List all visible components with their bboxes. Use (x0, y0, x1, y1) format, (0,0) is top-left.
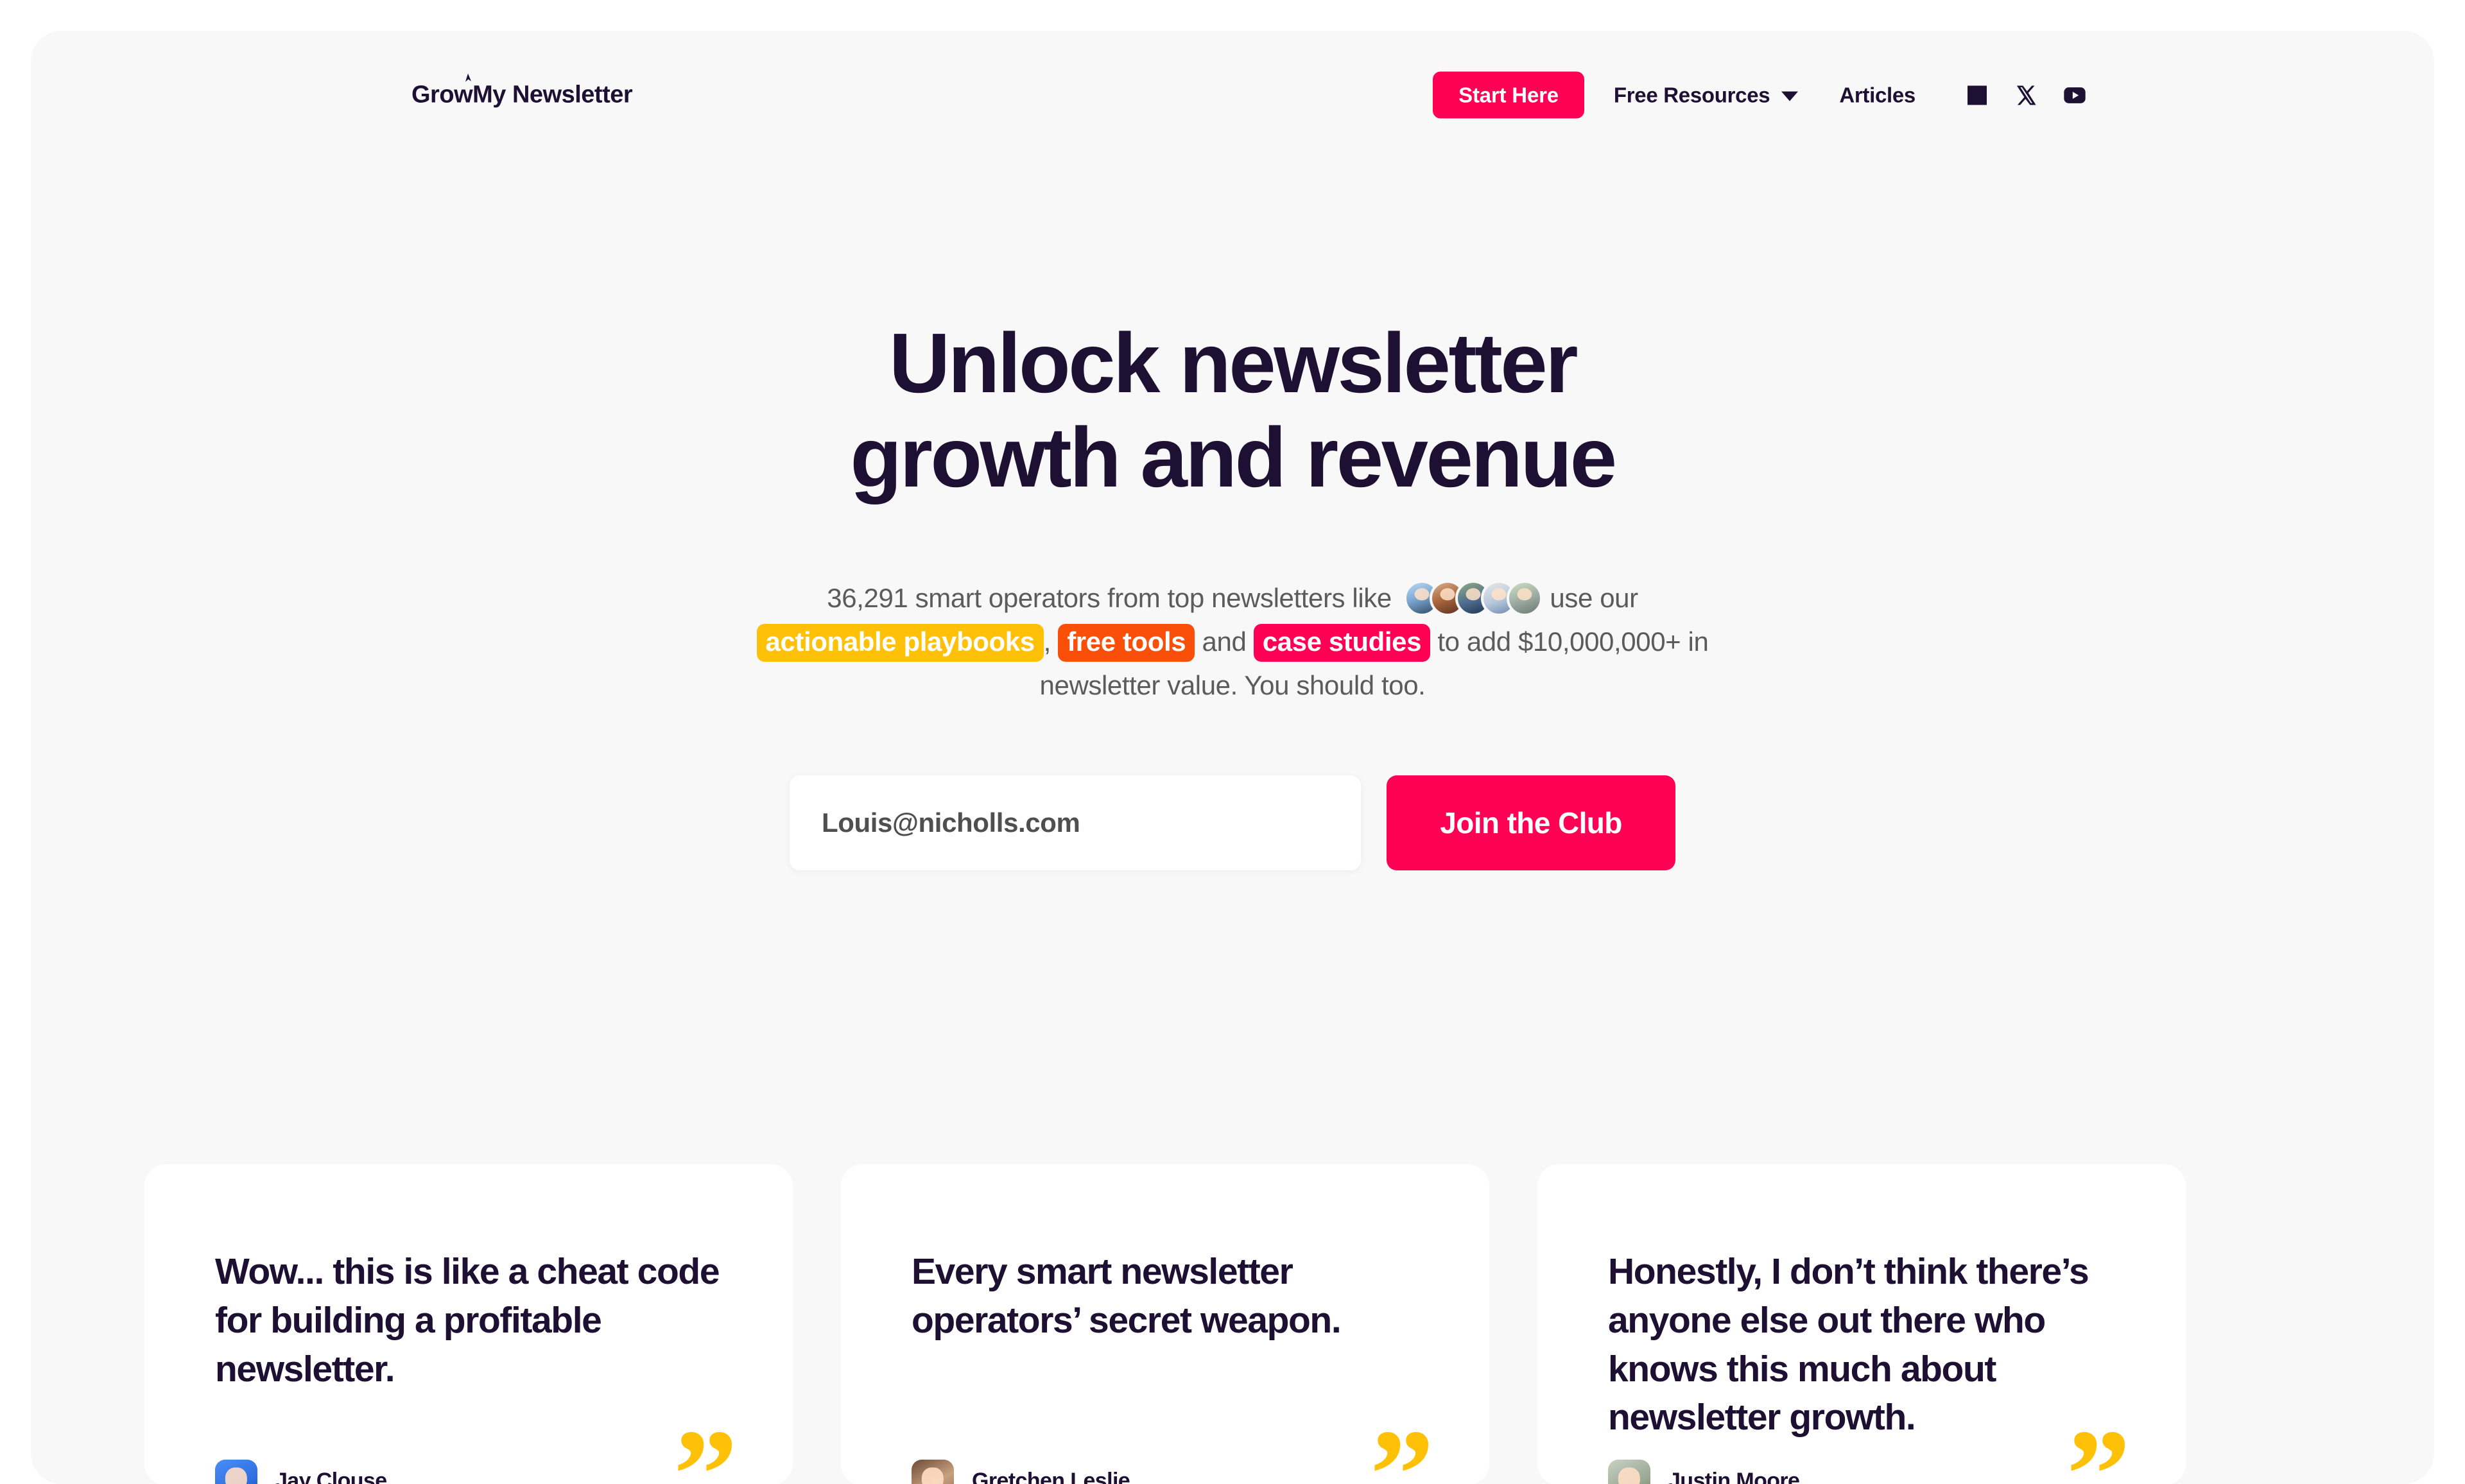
highlight-free-tools: free tools (1058, 624, 1195, 662)
brand-grow-text: Grow (411, 82, 472, 109)
signup-form: Join the Club (790, 775, 1675, 870)
testimonial-author-name: Jay Clouse (275, 1469, 387, 1484)
testimonials-section: Wow... this is like a cheat code for bui… (144, 1164, 2321, 1484)
brand-text-after: My Newsletter (472, 82, 632, 109)
testimonial-card: Every smart newsletter operators’ secret… (841, 1164, 1489, 1484)
testimonial-card: Wow... this is like a cheat code for bui… (144, 1164, 793, 1484)
avatar-stack (1404, 580, 1543, 616)
page-container: Grow My Newsletter Start Here Free Resou… (31, 31, 2434, 1484)
hero-subheadline: 36,291 smart operators from top newslett… (732, 576, 1733, 707)
hero-title-line-1: Unlock newsletter (889, 316, 1576, 410)
quote-mark-icon: ” (1370, 1411, 1434, 1484)
nav-free-resources-label: Free Resources (1614, 85, 1770, 106)
site-header: Grow My Newsletter Start Here Free Resou… (31, 31, 2434, 146)
nav-item-free-resources[interactable]: Free Resources (1614, 85, 1798, 106)
hero-title-line-2: growth and revenue (850, 410, 1614, 505)
testimonial-author-name: Gretchen Leslie (972, 1469, 1130, 1484)
testimonial-author-name: Justin Moore (1668, 1469, 1799, 1484)
avatar (1507, 580, 1543, 616)
start-here-button[interactable]: Start Here (1433, 72, 1584, 119)
quote-mark-icon: ” (673, 1411, 738, 1484)
testimonial-author: Jay Clouse (215, 1460, 387, 1484)
email-field[interactable] (790, 775, 1361, 870)
avatar (912, 1460, 954, 1484)
social-links (1964, 82, 2088, 108)
page-title: Unlock newsletter growth and revenue (462, 316, 2003, 505)
quote-mark-icon: ” (2066, 1411, 2131, 1484)
hero-sub-part-2: use our (1550, 583, 1638, 613)
avatar (215, 1460, 257, 1484)
chevron-down-icon (1781, 92, 1798, 101)
linkedin-icon[interactable] (1964, 82, 1990, 108)
testimonial-author: Gretchen Leslie (912, 1460, 1130, 1484)
testimonial-author: Justin Moore (1608, 1460, 1799, 1484)
x-icon[interactable] (2013, 82, 2039, 108)
highlight-actionable-playbooks: actionable playbooks (757, 624, 1044, 662)
hero-sub-and: and (1202, 626, 1247, 657)
testimonial-card: Honestly, I don’t think there’s anyone e… (1537, 1164, 2186, 1484)
brand-text-before: Gro (411, 82, 454, 108)
hero-sub-comma: , (1044, 626, 1051, 657)
highlight-case-studies: case studies (1254, 624, 1430, 662)
hero-sub-part-1: 36,291 smart operators from top newslett… (827, 583, 1392, 613)
testimonial-quote: Every smart newsletter operators’ secret… (912, 1248, 1419, 1345)
hero-sub-part-3: to add (1437, 626, 1510, 657)
avatar (1608, 1460, 1650, 1484)
growth-arrow-icon (461, 73, 475, 89)
testimonial-quote: Wow... this is like a cheat code for bui… (215, 1248, 722, 1393)
testimonial-quote: Honestly, I don’t think there’s anyone e… (1608, 1248, 2115, 1442)
nav-item-articles[interactable]: Articles (1839, 85, 1916, 106)
join-the-club-button[interactable]: Join the Club (1387, 775, 1675, 870)
brand-logo[interactable]: Grow My Newsletter (411, 82, 632, 109)
youtube-icon[interactable] (2062, 82, 2088, 108)
main-navigation: Start Here Free Resources Articles (1433, 72, 2088, 119)
